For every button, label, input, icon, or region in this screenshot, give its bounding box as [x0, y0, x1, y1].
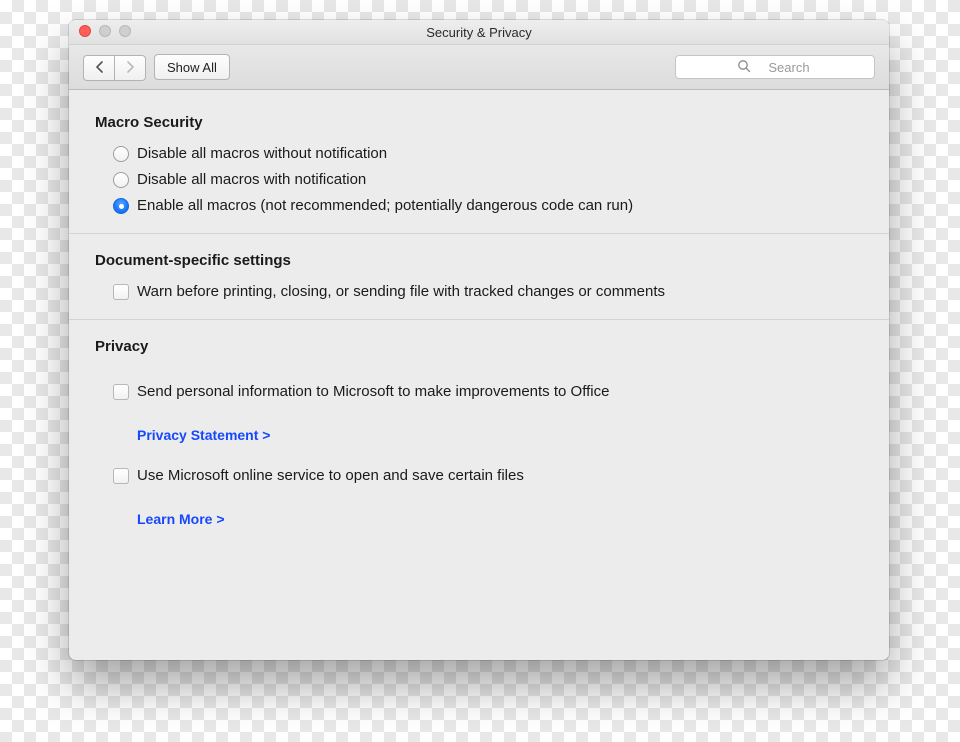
- macro-option-1[interactable]: Disable all macros with notification: [95, 167, 863, 193]
- back-button[interactable]: [83, 55, 114, 81]
- show-all-button[interactable]: Show All: [154, 54, 230, 80]
- radio-label: Disable all macros with notification: [137, 170, 366, 190]
- radio-icon: [113, 172, 129, 188]
- search-field-wrap: [675, 55, 875, 79]
- minimize-window-button[interactable]: [99, 25, 111, 37]
- checkbox-icon: [113, 284, 129, 300]
- radio-icon: [113, 198, 129, 214]
- macro-option-0[interactable]: Disable all macros without notification: [95, 141, 863, 167]
- chevron-left-icon: [95, 61, 104, 76]
- checkbox-label: Use Microsoft online service to open and…: [137, 466, 524, 486]
- checkbox-icon: [113, 468, 129, 484]
- macro-option-2[interactable]: Enable all macros (not recommended; pote…: [95, 193, 863, 219]
- window-controls: [79, 25, 131, 37]
- divider: [69, 233, 889, 234]
- radio-label: Enable all macros (not recommended; pote…: [137, 196, 633, 216]
- radio-icon: [113, 146, 129, 162]
- privacy-statement-link[interactable]: Privacy Statement >: [95, 417, 270, 449]
- nav-segmented: [83, 55, 146, 79]
- forward-button[interactable]: [114, 55, 146, 81]
- macro-radio-group: Disable all macros without notification …: [95, 141, 863, 219]
- use-online-service-checkbox[interactable]: Use Microsoft online service to open and…: [95, 463, 863, 489]
- titlebar: Security & Privacy: [69, 20, 889, 45]
- divider: [69, 319, 889, 320]
- search-input[interactable]: [675, 55, 875, 79]
- send-personal-info-checkbox[interactable]: Send personal information to Microsoft t…: [95, 379, 863, 405]
- window-title: Security & Privacy: [426, 25, 531, 40]
- macro-security-heading: Macro Security: [95, 114, 863, 131]
- close-window-button[interactable]: [79, 25, 91, 37]
- radio-label: Disable all macros without notification: [137, 144, 387, 164]
- toolbar: Show All: [69, 45, 889, 90]
- preferences-window: Security & Privacy Show All Mac: [69, 20, 889, 660]
- chevron-right-icon: [126, 61, 135, 76]
- checkbox-icon: [113, 384, 129, 400]
- content-area: Macro Security Disable all macros withou…: [69, 90, 889, 660]
- zoom-window-button[interactable]: [119, 25, 131, 37]
- learn-more-link[interactable]: Learn More >: [95, 501, 225, 533]
- doc-settings-heading: Document-specific settings: [95, 252, 863, 269]
- warn-tracked-changes-checkbox[interactable]: Warn before printing, closing, or sendin…: [95, 279, 863, 305]
- privacy-heading: Privacy: [95, 338, 863, 355]
- checkbox-label: Warn before printing, closing, or sendin…: [137, 282, 665, 302]
- checkbox-label: Send personal information to Microsoft t…: [137, 382, 609, 402]
